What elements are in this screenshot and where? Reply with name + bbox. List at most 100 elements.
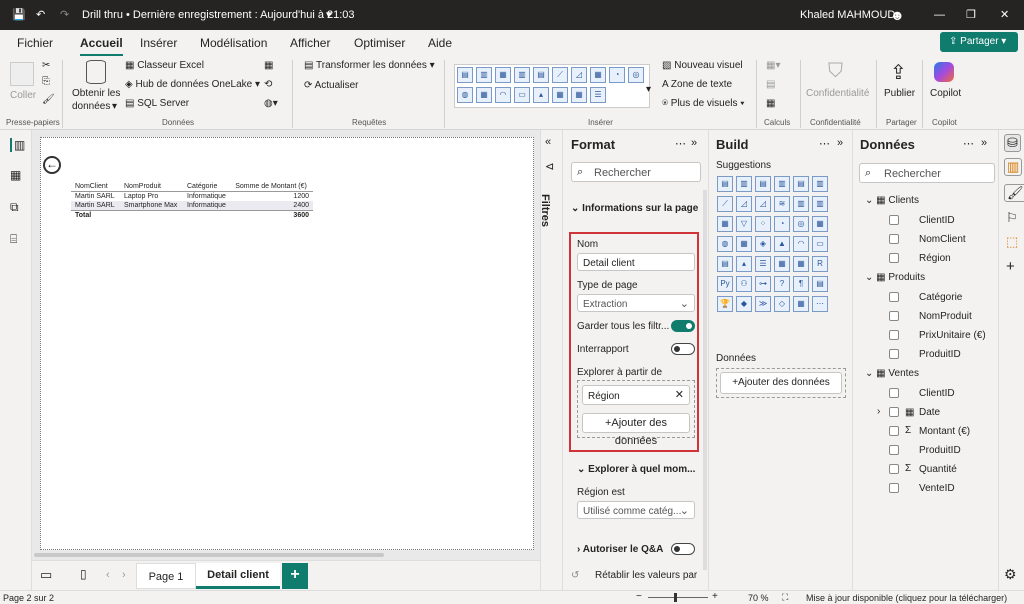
format-search-input[interactable]: ⌕ Rechercher	[571, 162, 701, 182]
zoom-slider-thumb[interactable]	[674, 593, 677, 602]
filters-pane-collapsed[interactable]: « ⊲ Filtres	[539, 130, 562, 590]
bar-icon[interactable]: ▦	[495, 67, 511, 83]
treemap-icon[interactable]: ▦	[812, 216, 828, 232]
more-options-icon[interactable]: ⋯	[963, 137, 974, 150]
tab-accueil[interactable]: Accueil	[80, 32, 123, 56]
data-icon-2[interactable]: ⟲	[264, 79, 272, 90]
copy-icon[interactable]: ⎘	[42, 76, 50, 87]
filters-label[interactable]: Filtres	[539, 194, 551, 227]
field-ventes-produitid[interactable]: ProduitID	[919, 445, 961, 456]
zone-texte-button[interactable]: A Zone de texte	[662, 79, 732, 90]
type-page-select[interactable]: Extraction ⌄	[577, 294, 695, 312]
minimize-icon[interactable]: —	[934, 0, 945, 30]
clustered-bar-icon[interactable]: ▤	[755, 176, 771, 192]
publier-button[interactable]: Publier	[884, 88, 915, 99]
restore-icon[interactable]: ❐	[966, 0, 976, 30]
azure-map-icon[interactable]: ▲	[774, 236, 790, 252]
more-options-icon[interactable]: ⋯	[819, 137, 830, 150]
zoom-slider[interactable]	[648, 597, 708, 598]
zoom-level[interactable]: 70 %	[748, 593, 769, 603]
plus-visuels-button[interactable]: ⍟ Plus de visuels ▾	[662, 98, 744, 109]
reset-defaults-button[interactable]: Rétablir les valeurs par	[595, 570, 697, 581]
actualiser-button[interactable]: ⟳ Actualiser	[304, 80, 359, 91]
expand-date-icon[interactable]: ›	[877, 406, 880, 417]
field-checkbox[interactable]	[889, 407, 899, 417]
section-explorer-moment[interactable]: ⌄ Explorer à quel mom...	[577, 464, 695, 475]
stacked-column-icon[interactable]: ▥	[736, 176, 752, 192]
slicer-icon[interactable]: ☰	[590, 87, 606, 103]
stacked-bar-icon[interactable]: ▤	[717, 176, 733, 192]
mobile-icon[interactable]: ▯	[80, 567, 87, 581]
visualization-gallery[interactable]: ▤ ▥ ▤ ▥ ▤ ▥ ⟋ ◿ ◿ ≋ ▥ ▥ ▦ ▽ ⁘ ◔ ◎ ▦ ◍ ▦ ◈ ▲ ◠ ▭ ▤ ▴ ☰ ▦ ▦ R Py ⚇ ⊶?…	[717, 176, 849, 346]
obtenir-button[interactable]: Obtenir les	[72, 88, 120, 99]
avatar[interactable]: ☻	[890, 0, 905, 30]
confidentialite-button[interactable]: Confidentialité	[806, 88, 869, 99]
gauge-icon[interactable]: ◠	[495, 87, 511, 103]
field-checkbox[interactable]	[889, 483, 899, 493]
field-checkbox[interactable]	[889, 464, 899, 474]
section-page-info[interactable]: ⌄ Informations sur la page	[571, 203, 698, 214]
tab-detail-client[interactable]: Detail client	[196, 563, 280, 589]
more-visuals-icon[interactable]: ⋯	[812, 296, 828, 312]
card-icon[interactable]: ▭	[514, 87, 530, 103]
stacked-bar-100-icon[interactable]: ▤	[793, 176, 809, 192]
qa-toggle[interactable]	[671, 543, 695, 555]
clustered-column-icon[interactable]: ▥	[514, 67, 530, 83]
obtenir-button-line2[interactable]: données	[72, 101, 110, 112]
scatter-icon[interactable]: ⁘	[755, 216, 771, 232]
copilot-button[interactable]: Copilot	[930, 88, 961, 99]
format-painter-icon[interactable]: 🖌	[42, 94, 55, 105]
field-checkbox[interactable]	[889, 215, 899, 225]
area-icon[interactable]: ◿	[571, 67, 587, 83]
redo-icon[interactable]: ↷	[60, 0, 69, 30]
field-checkbox[interactable]	[889, 234, 899, 244]
calc-icon-3[interactable]: ▦	[766, 98, 775, 109]
gear-icon[interactable]: ⚙	[1004, 566, 1017, 583]
matrix-icon[interactable]: ▦	[571, 87, 587, 103]
detail-table[interactable]: NomClient NomProduit Catégorie Somme de …	[71, 182, 313, 220]
excel-button[interactable]: ▦ Classeur Excel	[125, 60, 204, 71]
field-nomclient[interactable]: NomClient	[919, 234, 966, 245]
add-data-button[interactable]: +Ajouter des données	[582, 413, 690, 447]
field-clientid[interactable]: ClientID	[919, 215, 955, 226]
field-produitid[interactable]: ProduitID	[919, 349, 961, 360]
tab-modelisation[interactable]: Modélisation	[200, 32, 267, 54]
field-venteid[interactable]: VenteID	[919, 483, 955, 494]
r-visual-icon[interactable]: R	[812, 256, 828, 272]
card-icon[interactable]: ▭	[812, 236, 828, 252]
field-checkbox[interactable]	[889, 349, 899, 359]
stacked-bar-icon[interactable]: ▤	[457, 67, 473, 83]
bookmark-icon[interactable]: ⚐	[1006, 210, 1018, 226]
calc-icon-1[interactable]: ▦▾	[766, 60, 780, 71]
garder-filtres-toggle[interactable]	[671, 320, 695, 332]
python-visual-icon[interactable]: Py	[717, 276, 733, 292]
table-clients[interactable]: ⌄ ▦ Clients	[865, 195, 919, 206]
table-row[interactable]: Martin SARL Laptop Pro Informatique 1200	[71, 192, 313, 202]
section-qa[interactable]: › Autoriser le Q&A	[577, 544, 663, 555]
waterfall-icon[interactable]: ▦	[717, 216, 733, 232]
gallery-more-icon[interactable]: ▾	[646, 84, 651, 95]
donut-icon[interactable]: ◎	[628, 67, 644, 83]
build-pane-icon[interactable]: ▥	[1004, 158, 1023, 176]
tab-fichier[interactable]: Fichier	[17, 32, 53, 54]
slicer-icon[interactable]: ☰	[755, 256, 771, 272]
ribbon-icon[interactable]: ≋	[774, 196, 790, 212]
reset-icon[interactable]: ↺	[571, 570, 579, 581]
undo-icon[interactable]: ↶	[36, 0, 45, 30]
kpi-icon[interactable]: ▴	[533, 87, 549, 103]
table-icon[interactable]: ▦	[774, 256, 790, 272]
field-nomproduit[interactable]: NomProduit	[919, 311, 972, 322]
trophy-icon[interactable]: 🏆	[717, 296, 733, 312]
field-quantite[interactable]: Quantité	[919, 464, 957, 475]
field-categorie[interactable]: Catégorie	[919, 292, 962, 303]
kpi-icon[interactable]: ▴	[736, 256, 752, 272]
paginated-icon[interactable]: ▤	[812, 276, 828, 292]
report-view-icon[interactable]: ▥	[10, 138, 25, 152]
field-checkbox[interactable]	[889, 388, 899, 398]
coller-button[interactable]: Coller	[10, 90, 36, 101]
field-prixunitaire[interactable]: PrixUnitaire (€)	[919, 330, 986, 341]
power-apps-icon[interactable]: ◆	[736, 296, 752, 312]
stacked-column-100-icon[interactable]: ▥	[812, 176, 828, 192]
col-header[interactable]: Somme de Montant (€)	[231, 182, 313, 192]
tab-page-1[interactable]: Page 1	[136, 563, 196, 589]
